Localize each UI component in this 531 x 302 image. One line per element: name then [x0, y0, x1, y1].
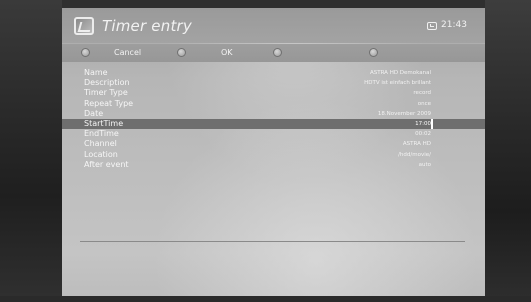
timer-app-icon: [74, 17, 94, 35]
field-label: Timer Type: [84, 88, 128, 98]
field-row-description[interactable]: Description HDTV ist einfach brillant: [62, 78, 485, 88]
green-key-icon[interactable]: [177, 48, 186, 57]
field-label: Channel: [84, 139, 117, 149]
field-row-location[interactable]: Location /hdd/movie/: [62, 150, 485, 160]
field-label: Date: [84, 108, 104, 118]
field-label: Location: [84, 149, 118, 159]
yellow-key-icon[interactable]: [273, 48, 282, 57]
timer-entry-panel: Timer entry 21:43 Cancel OK Name ASTRA H…: [62, 8, 485, 296]
field-row-timer-type[interactable]: Timer Type record: [62, 88, 485, 98]
video-background-bottom: [0, 296, 531, 302]
field-label: After event: [84, 159, 129, 169]
field-label: Name: [84, 68, 108, 77]
ok-button[interactable]: OK: [221, 48, 233, 57]
field-label: Description: [84, 78, 130, 88]
text-cursor: [431, 118, 433, 129]
field-row-after-event[interactable]: After event auto: [62, 160, 485, 170]
field-value: HDTV ist einfach brillant: [364, 80, 431, 87]
field-label: EndTime: [84, 129, 119, 139]
field-label: Repeat Type: [84, 98, 134, 108]
red-key-icon[interactable]: [81, 48, 90, 57]
video-background-left: [0, 0, 62, 302]
blue-key-icon[interactable]: [369, 48, 378, 57]
field-row-date[interactable]: Date 18.November 2009: [62, 109, 485, 119]
field-value: once: [417, 100, 431, 107]
field-value: auto: [418, 161, 431, 168]
video-background-top: [0, 0, 531, 8]
field-row-channel[interactable]: Channel ASTRA HD: [62, 139, 485, 149]
clock-icon: [427, 22, 437, 30]
field-value: record: [413, 90, 431, 97]
field-label: StartTime: [84, 118, 124, 128]
field-value[interactable]: 17:00: [415, 119, 431, 129]
field-value: /hdd/movie/: [398, 151, 431, 158]
divider-line: [80, 241, 465, 242]
timer-field-list: Name ASTRA HD Demokanal Description HDTV…: [62, 68, 485, 170]
clock-time: 21:43: [441, 20, 467, 30]
field-row-start-time[interactable]: StartTime 17:00: [62, 118, 485, 130]
cancel-button[interactable]: Cancel: [114, 48, 141, 57]
window-title: Timer entry: [102, 17, 192, 35]
field-value: ASTRA HD: [402, 141, 431, 148]
field-row-name[interactable]: Name ASTRA HD Demokanal: [62, 68, 485, 78]
color-button-bar: Cancel OK: [62, 44, 485, 62]
field-value: 18.November 2009: [377, 110, 431, 117]
field-value: ASTRA HD Demokanal: [369, 70, 431, 76]
field-row-repeat-type[interactable]: Repeat Type once: [62, 99, 485, 109]
field-value: 00:02: [415, 131, 431, 138]
field-row-end-time[interactable]: EndTime 00:02: [62, 129, 485, 139]
video-background-right: [485, 0, 531, 302]
title-bar: Timer entry 21:43: [62, 8, 485, 43]
